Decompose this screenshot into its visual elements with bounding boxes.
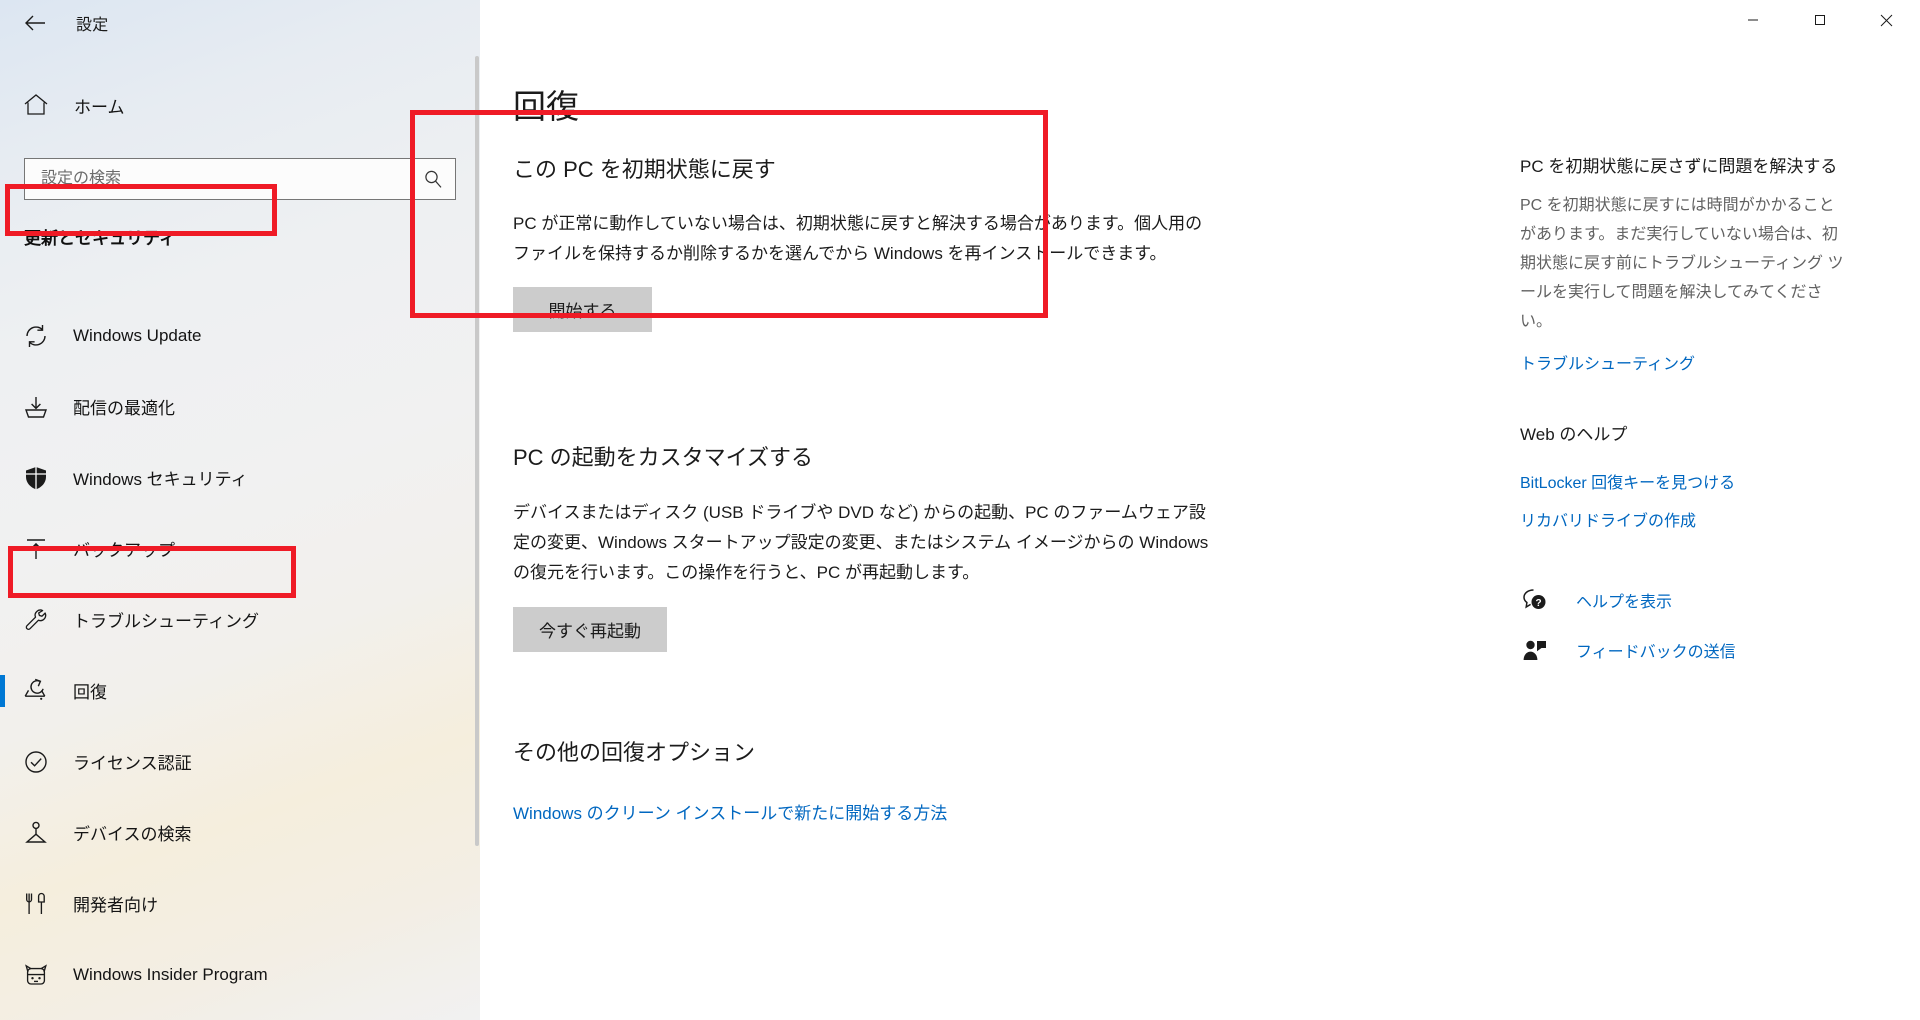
help-pane: PC を初期状態に戻さずに問題を解決する PC を初期状態に戻すには時間がかかる… [1520,0,1920,1020]
reset-pc-section: この PC を初期状態に戻す PC が正常に動作していない場合は、初期状態に戻す… [513,152,1213,332]
reset-pc-description: PC が正常に動作していない場合は、初期状態に戻すと解決する場合があります。個人… [513,214,1203,263]
sync-icon [19,319,53,353]
settings-window: 設定 ホーム 更新とセキュリティ [0,0,1920,1020]
close-button[interactable] [1853,0,1920,40]
sidebar-item-label: 配信の最適化 [73,399,175,418]
custom-startup-description: デバイスまたはディスク (USB ドライブや DVD など) からの起動、PC … [513,503,1209,582]
reset-pc-heading: この PC を初期状態に戻す [513,157,776,182]
sidebar-item-label: Windows Insider Program [73,964,268,984]
bitlocker-key-link[interactable]: BitLocker 回復キーを見つける [1520,469,1850,493]
sidebar-item-label: Windows Update [73,325,202,345]
page-title: 回復 [513,88,579,125]
nav-group-header[interactable]: 更新とセキュリティ [24,224,176,249]
search-box[interactable] [24,158,456,200]
download-icon [19,390,53,424]
sidebar-item-troubleshoot[interactable]: トラブルシューティング [0,584,480,655]
feedback-person-icon [1520,635,1550,665]
sidebar-item-delivery-optimization[interactable]: 配信の最適化 [0,371,480,442]
sidebar-item-label: バックアップ [73,541,175,560]
sidebar-item-recovery[interactable]: 回復 [0,655,480,726]
help-solve-heading: PC を初期状態に戻さずに問題を解決する [1520,157,1838,176]
tools-icon [19,887,53,921]
other-recovery-heading: その他の回復オプション [513,740,756,765]
nav-list: Windows Update 配信の最適化 Windows セキュリティ バック… [0,300,480,1010]
ninjacat-icon [19,958,53,992]
custom-startup-button-wrap: 今すぐ再起動 [513,607,1213,652]
sidebar-item-label: 回復 [73,683,107,702]
restart-now-button[interactable]: 今すぐ再起動 [513,607,667,652]
close-icon [1880,14,1893,26]
maximize-button[interactable] [1786,0,1853,40]
findmy-icon [19,816,53,850]
check-icon [19,745,53,779]
recovery-drive-link[interactable]: リカバリドライブの作成 [1520,507,1850,531]
sidebar-item-windows-insider-program[interactable]: Windows Insider Program [0,939,480,1010]
maximize-icon [1814,15,1825,25]
other-recovery-options-section: その他の回復オプション Windows のクリーン インストールで新たに開始する… [513,735,1213,824]
sidebar-item-windows-update[interactable]: Windows Update [0,300,480,371]
search-wrapper [24,158,456,200]
get-started-button[interactable]: 開始する [513,287,652,332]
send-feedback-action[interactable]: フィードバックの送信 [1520,625,1850,675]
back-button[interactable] [12,6,58,40]
sidebar-item-label: Windows セキュリティ [73,470,248,489]
nav-scrollbar-thumb[interactable] [475,56,479,846]
clean-install-link[interactable]: Windows のクリーン インストールで新たに開始する方法 [513,804,947,823]
svg-text:?: ? [1535,598,1541,609]
nav-item-home-label: ホーム [74,97,125,117]
sidebar-item-label: デバイスの検索 [73,825,192,844]
custom-startup-heading: PC の起動をカスタマイズする [513,445,814,470]
minimize-icon [1747,19,1758,21]
sidebar-item-find-my-device[interactable]: デバイスの検索 [0,797,480,868]
help-solve-text: PC を初期状態に戻すには時間がかかることがあります。まだ実行していない場合は、… [1520,197,1844,330]
sidebar-item-label: トラブルシューティング [73,612,259,631]
minimize-button[interactable] [1719,0,1786,40]
other-recovery-link-wrap: Windows のクリーン インストールで新たに開始する方法 [513,799,1213,824]
custom-startup-section: PC の起動をカスタマイズする デバイスまたはディスク (USB ドライブや D… [513,440,1213,652]
back-arrow-icon [25,15,45,31]
shield-icon [19,461,53,495]
help-actions-block: ? ヘルプを表示 フィードバックの送信 [1520,575,1850,675]
help-web-block: Web のヘルプ BitLocker 回復キーを見つける リカバリドライブの作成 [1520,420,1850,531]
search-icon[interactable] [419,165,447,193]
main-content: 回復 この PC を初期状態に戻す PC が正常に動作していない場合は、初期状態… [480,0,1500,1020]
search-input[interactable] [25,159,455,199]
get-help-action[interactable]: ? ヘルプを表示 [1520,575,1850,625]
help-solve-block: PC を初期状態に戻さずに問題を解決する PC を初期状態に戻すには時間がかかる… [1520,152,1850,374]
sidebar-item-label: ライセンス認証 [73,754,192,773]
recovery-icon [19,674,53,708]
get-help-label: ヘルプを表示 [1576,594,1673,611]
nav-item-home[interactable]: ホーム [0,85,480,125]
troubleshoot-link[interactable]: トラブルシューティング [1520,350,1850,374]
sidebar-item-activation[interactable]: ライセンス認証 [0,726,480,797]
window-title: 設定 [76,17,109,34]
wrench-icon [19,603,53,637]
upload-icon [19,532,53,566]
sidebar-item-for-developers[interactable]: 開発者向け [0,868,480,939]
navigation-pane: 設定 ホーム 更新とセキュリティ [0,0,480,1020]
reset-pc-button-wrap: 開始する [513,287,1213,332]
window-controls [1719,0,1920,40]
help-web-heading: Web のヘルプ [1520,425,1628,444]
sidebar-item-backup[interactable]: バックアップ [0,513,480,584]
nav-titlebar: 設定 [0,0,480,46]
help-balloon-icon: ? [1520,585,1550,615]
home-icon [16,93,56,117]
sidebar-item-windows-security[interactable]: Windows セキュリティ [0,442,480,513]
sidebar-item-label: 開発者向け [73,896,158,915]
send-feedback-label: フィードバックの送信 [1576,644,1736,661]
